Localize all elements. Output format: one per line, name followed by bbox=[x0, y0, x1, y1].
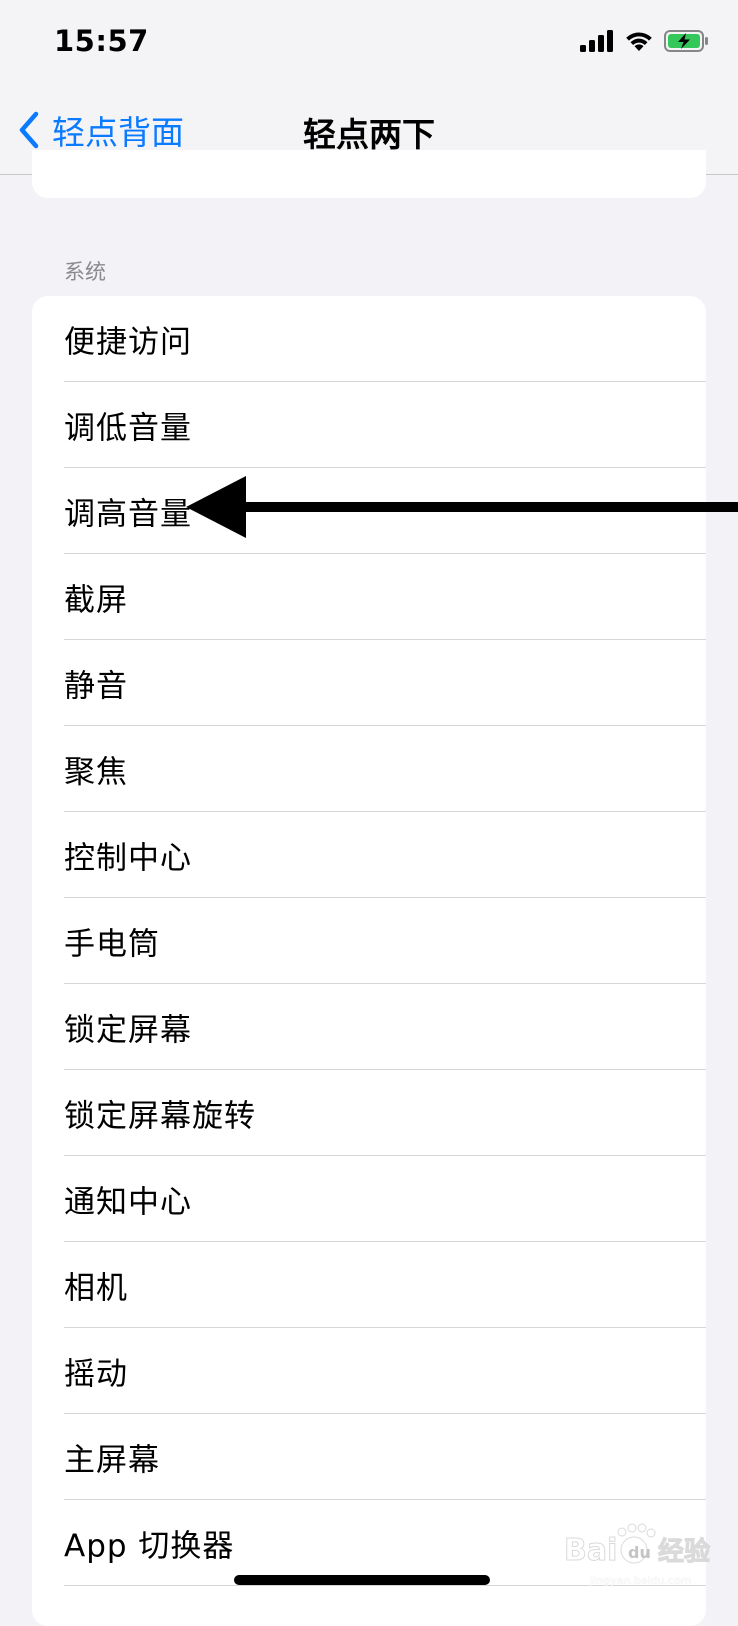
list-item-label: 控制中心 bbox=[64, 840, 192, 877]
list-item-label: 相机 bbox=[64, 1270, 128, 1307]
list-item-mute[interactable]: 静音 bbox=[32, 640, 706, 726]
list-item-label: 锁定屏幕旋转 bbox=[64, 1098, 256, 1135]
list-item-label: 截屏 bbox=[64, 582, 128, 619]
status-bar: 15:57 bbox=[0, 0, 738, 92]
status-icons bbox=[580, 30, 710, 52]
svg-text:Bai: Bai bbox=[564, 1533, 617, 1568]
list-item-label: 通知中心 bbox=[64, 1184, 192, 1221]
svg-text:du: du bbox=[628, 1543, 651, 1562]
list-item-lock-screen[interactable]: 锁定屏幕 bbox=[32, 984, 706, 1070]
list-item-label: 聚焦 bbox=[64, 754, 128, 791]
list-item-camera[interactable]: 相机 bbox=[32, 1242, 706, 1328]
list-item-label: 静音 bbox=[64, 668, 128, 705]
list-item-focus[interactable]: 聚焦 bbox=[32, 726, 706, 812]
svg-text:经验: 经验 bbox=[658, 1536, 710, 1567]
previous-section-card bbox=[32, 150, 706, 198]
watermark-url: jingyan.baidu.com bbox=[590, 1574, 692, 1587]
home-indicator[interactable] bbox=[234, 1575, 490, 1585]
list-item-control-center[interactable]: 控制中心 bbox=[32, 812, 706, 898]
list-item-screenshot[interactable]: 截屏 bbox=[32, 554, 706, 640]
list-item-label: 手电筒 bbox=[64, 926, 160, 963]
annotation-arrow-icon bbox=[186, 476, 738, 538]
list-item-notification-center[interactable]: 通知中心 bbox=[32, 1156, 706, 1242]
list-item-label: 调低音量 bbox=[64, 410, 192, 447]
section-header: 系统 bbox=[64, 260, 106, 284]
list-item-shake[interactable]: 摇动 bbox=[32, 1328, 706, 1414]
page-title: 轻点两下 bbox=[303, 115, 435, 154]
list-item-label: App 切换器 bbox=[64, 1528, 235, 1565]
list-item-flashlight[interactable]: 手电筒 bbox=[32, 898, 706, 984]
status-time: 15:57 bbox=[54, 24, 149, 58]
battery-charging-icon bbox=[664, 30, 708, 52]
list-item-label: 锁定屏幕 bbox=[64, 1012, 192, 1049]
list-item-accessibility[interactable]: 便捷访问 bbox=[32, 296, 706, 382]
list-item-volume-down[interactable]: 调低音量 bbox=[32, 382, 706, 468]
list-item-label: 便捷访问 bbox=[64, 324, 192, 361]
list-item-label: 调高音量 bbox=[64, 496, 192, 533]
list-item-label: 摇动 bbox=[64, 1356, 128, 1393]
list-item-home-screen[interactable]: 主屏幕 bbox=[32, 1414, 706, 1500]
cellular-signal-icon bbox=[580, 30, 613, 52]
baidu-jingyan-watermark-logo: Bai du 经验 bbox=[564, 1523, 711, 1569]
wifi-icon bbox=[626, 32, 652, 51]
list-item-label: 主屏幕 bbox=[64, 1442, 160, 1479]
list-item-lock-rotation[interactable]: 锁定屏幕旋转 bbox=[32, 1070, 706, 1156]
